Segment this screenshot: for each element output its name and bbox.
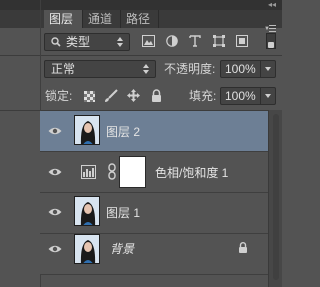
panel-header-strip: ◂◂ bbox=[0, 0, 282, 10]
lock-all-icon[interactable] bbox=[151, 89, 162, 102]
lock-transparent-pixels-icon[interactable] bbox=[84, 91, 95, 102]
eye-icon[interactable] bbox=[48, 244, 62, 254]
blend-mode-select[interactable]: 正常 bbox=[44, 60, 156, 78]
adjustment-filter-icon[interactable] bbox=[166, 35, 178, 47]
fill-input[interactable]: 100% bbox=[220, 87, 276, 105]
opacity-value: 100% bbox=[225, 62, 256, 76]
layer-thumbnail[interactable] bbox=[74, 234, 100, 264]
scrollbar-track[interactable] bbox=[273, 114, 279, 280]
collapse-icon[interactable]: ◂◂ bbox=[268, 0, 276, 9]
panel-tab-bar: 图层 通道 路径 ▼ bbox=[0, 10, 282, 32]
opacity-input[interactable]: 100% bbox=[220, 60, 276, 78]
layer-name[interactable]: 图层 1 bbox=[106, 205, 140, 221]
eye-icon[interactable] bbox=[48, 207, 62, 217]
layer-mask-thumbnail[interactable] bbox=[119, 156, 146, 188]
updown-arrows-icon bbox=[143, 63, 150, 75]
layer-filter-kind-select[interactable]: 类型 bbox=[44, 33, 130, 51]
portrait-thumbnail-icon bbox=[75, 197, 99, 225]
filter-toggle-icon[interactable] bbox=[266, 33, 276, 49]
link-chain-icon[interactable] bbox=[108, 163, 116, 180]
layer-name[interactable]: 背景 bbox=[110, 241, 134, 257]
layers-scrollbar[interactable] bbox=[268, 110, 282, 287]
portrait-thumbnail-icon bbox=[75, 235, 99, 263]
tab-layers[interactable]: 图层 bbox=[44, 10, 83, 28]
hue-saturation-adjustment-icon[interactable] bbox=[81, 165, 96, 179]
layer-thumbnail[interactable] bbox=[74, 196, 100, 226]
tab-paths[interactable]: 路径 bbox=[121, 10, 159, 28]
smart-object-filter-icon[interactable] bbox=[236, 35, 248, 47]
lock-position-icon[interactable] bbox=[127, 89, 140, 102]
tab-channels[interactable]: 通道 bbox=[83, 10, 121, 28]
lock-icon bbox=[239, 242, 247, 253]
layer-name[interactable]: 色相/饱和度 1 bbox=[155, 165, 228, 181]
portrait-thumbnail-icon bbox=[75, 116, 99, 144]
blend-mode-value: 正常 bbox=[51, 62, 76, 76]
layer-row-hue-saturation-1[interactable] bbox=[40, 152, 268, 193]
image-filter-icon[interactable] bbox=[142, 35, 155, 47]
lock-label: 锁定: bbox=[45, 89, 73, 103]
fill-label: 填充: bbox=[189, 89, 217, 103]
layer-thumbnail[interactable] bbox=[74, 115, 100, 145]
opacity-dropdown-button[interactable] bbox=[260, 61, 275, 77]
divider bbox=[0, 55, 282, 56]
updown-arrows-icon bbox=[117, 36, 124, 48]
eye-icon[interactable] bbox=[48, 126, 62, 136]
eye-icon[interactable] bbox=[48, 167, 62, 177]
opacity-label: 不透明度: bbox=[164, 62, 216, 76]
lock-image-pixels-icon[interactable] bbox=[104, 89, 118, 103]
type-filter-icon[interactable] bbox=[189, 35, 201, 47]
search-icon bbox=[51, 37, 61, 47]
shape-filter-icon[interactable] bbox=[213, 35, 225, 47]
layer-name[interactable]: 图层 2 bbox=[106, 124, 140, 140]
filter-kind-label: 类型 bbox=[66, 35, 91, 49]
fill-dropdown-button[interactable] bbox=[260, 88, 275, 104]
fill-value: 100% bbox=[225, 89, 256, 103]
